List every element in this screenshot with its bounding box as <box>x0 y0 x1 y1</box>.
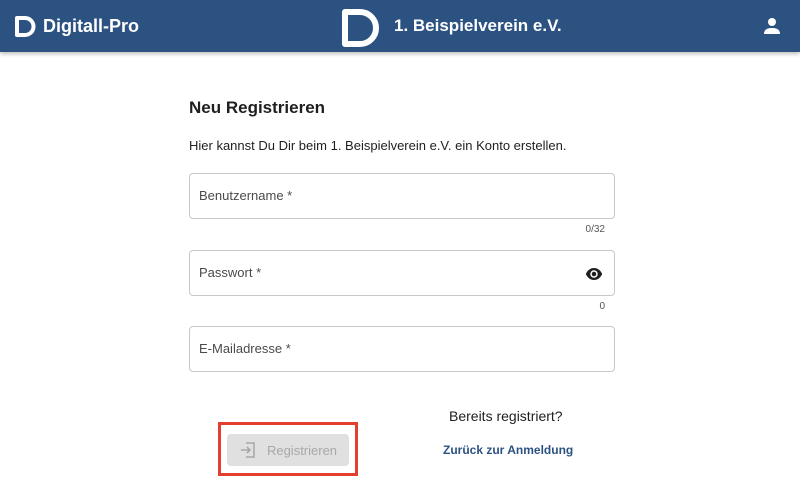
register-highlight-box: Registrieren <box>218 422 358 476</box>
account-icon <box>762 16 782 36</box>
club-logo-icon <box>338 3 384 49</box>
login-icon <box>239 441 257 459</box>
intro-text: Hier kannst Du Dir beim 1. Beispielverei… <box>189 138 567 153</box>
back-to-login-link[interactable]: Zurück zur Anmeldung <box>443 443 573 457</box>
register-button[interactable]: Registrieren <box>227 434 349 466</box>
password-field[interactable]: Passwort * <box>189 250 615 296</box>
username-counter: 0/32 <box>585 224 605 235</box>
club-title: 1. Beispielverein e.V. <box>338 3 562 49</box>
page-title: Neu Registrieren <box>189 98 326 117</box>
eye-icon[interactable] <box>585 266 603 282</box>
register-button-label: Registrieren <box>266 442 338 458</box>
password-input[interactable] <box>190 251 614 295</box>
password-counter: 0 <box>599 301 605 312</box>
email-input[interactable] <box>190 327 614 371</box>
brand-name: Digitall-Pro <box>43 15 140 36</box>
club-name: 1. Beispielverein e.V. <box>394 16 562 35</box>
username-field[interactable]: Benutzername * <box>189 173 615 219</box>
email-field[interactable]: E-Mailadresse * <box>189 326 615 372</box>
already-registered-text: Bereits registriert? <box>449 408 563 424</box>
top-app-bar: Digitall-Pro 1. Beispielverein e.V. <box>0 0 800 52</box>
username-input[interactable] <box>190 174 614 218</box>
brand-logo-link[interactable]: Digitall-Pro <box>12 13 139 39</box>
digitall-logo-icon <box>12 13 38 39</box>
account-button[interactable] <box>760 14 784 38</box>
